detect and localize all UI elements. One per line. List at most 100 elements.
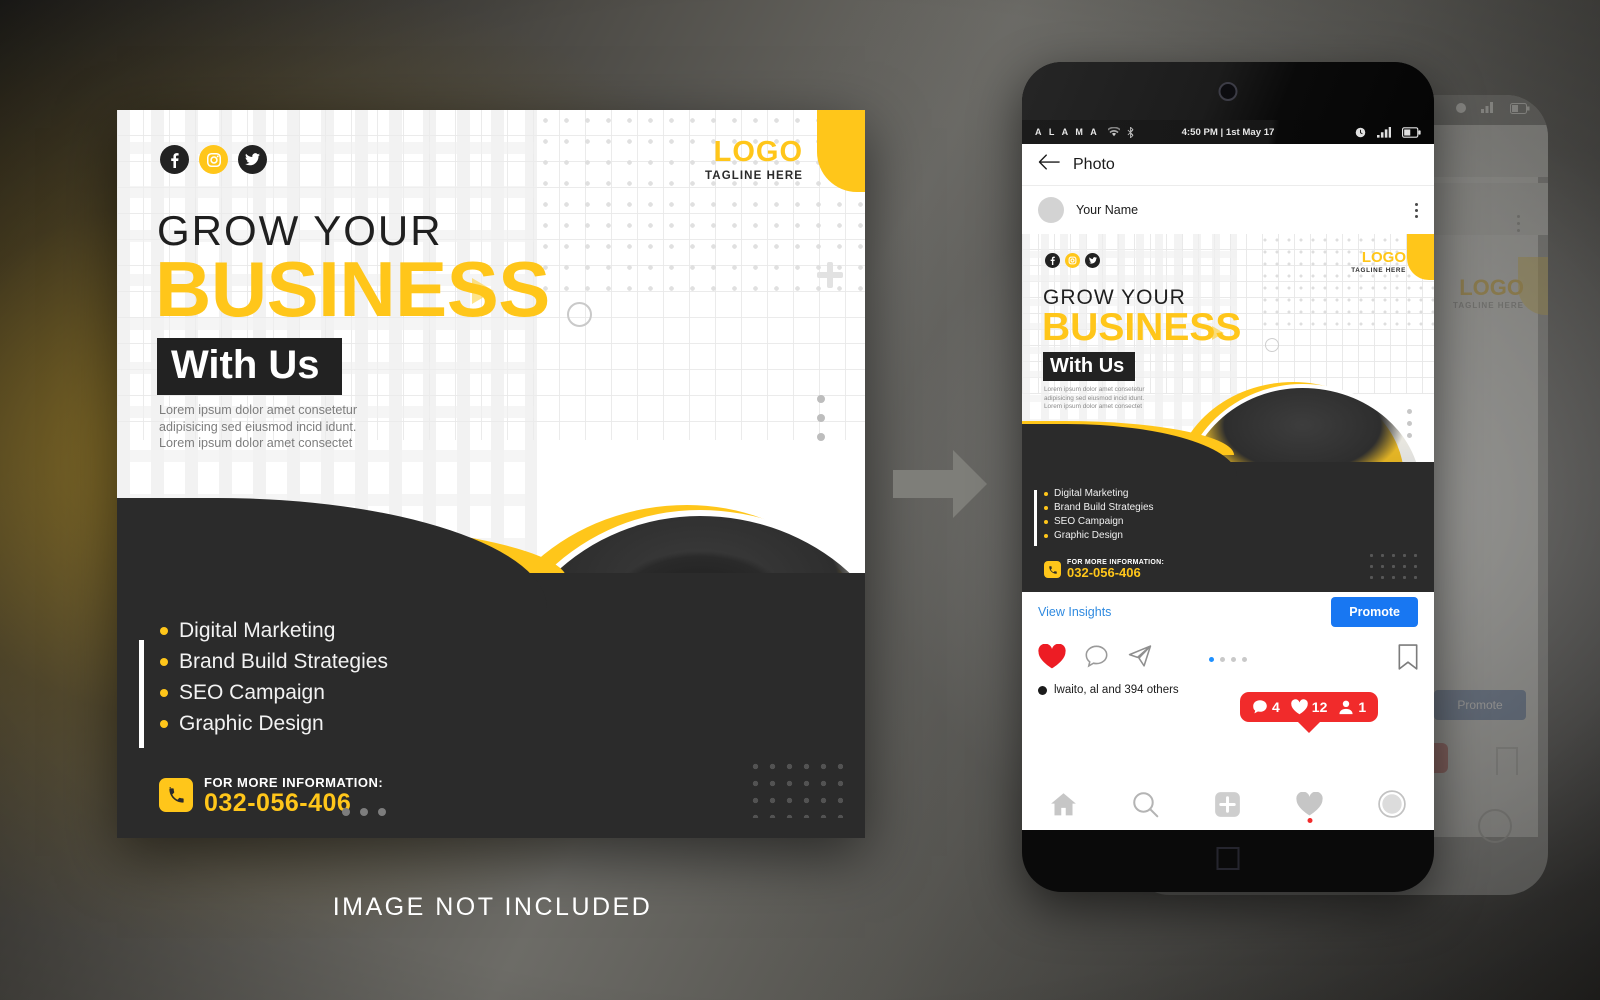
ghost-logo: LOGO TAGLINE HERE <box>1453 275 1524 310</box>
mini-circle-icon <box>1265 338 1279 352</box>
bullet-dot-icon <box>1044 505 1048 510</box>
notif-comment-count: 4 <box>1272 699 1280 715</box>
phone-mockup: A L A M A 4:50 PM | 1st May 17 Photo You… <box>1022 62 1434 892</box>
mini-body-copy: Lorem ipsum dolor amet consetetur adipis… <box>1044 386 1145 411</box>
bullet-accent-bar <box>139 640 144 748</box>
list-item: Digital Marketing <box>160 619 388 643</box>
facebook-icon <box>1045 253 1060 268</box>
ghost-profile-icon <box>1478 809 1512 843</box>
avatar[interactable] <box>1038 197 1064 223</box>
mini-headline-big: BUSINESS <box>1042 306 1242 349</box>
twitter-icon <box>1085 253 1100 268</box>
activity-heart-icon[interactable] <box>1296 792 1323 823</box>
post-actions: 4 12 1 <box>1022 632 1434 733</box>
bullet-dot-icon <box>160 689 168 697</box>
bookmark-icon[interactable] <box>1398 643 1418 675</box>
contact-label: FOR MORE INFORMATION: <box>204 774 384 790</box>
bluetooth-icon <box>1127 126 1134 138</box>
bullet-dot-icon <box>160 720 168 728</box>
notif-like-count: 12 <box>1311 699 1328 715</box>
mini-service-list: Digital Marketing Brand Build Strategies… <box>1044 488 1154 544</box>
share-icon[interactable] <box>1127 644 1153 674</box>
view-insights-link[interactable]: View Insights <box>1038 605 1111 619</box>
bullet-dot-icon <box>1044 491 1048 496</box>
headline-big: BUSINESS <box>155 245 550 333</box>
status-time: 4:50 PM | 1st May 17 <box>1181 126 1275 138</box>
home-icon[interactable] <box>1050 792 1077 817</box>
page-title: Photo <box>1073 155 1115 173</box>
mini-logo-name: LOGO <box>1361 249 1406 266</box>
list-item: Brand Build Strategies <box>1044 502 1154 513</box>
notif-comments: 4 <box>1252 699 1280 715</box>
mini-logo-tagline: TAGLINE HERE <box>1351 267 1406 274</box>
insights-row: View Insights Promote <box>1022 592 1434 632</box>
notification-bubble: 4 12 1 <box>1240 692 1379 733</box>
post-image[interactable]: LOGO TAGLINE HERE GROW YOUR BUSINESS Wit… <box>1022 234 1434 592</box>
mini-headline-small: GROW YOUR <box>1043 286 1186 309</box>
add-icon[interactable] <box>1214 791 1241 818</box>
instagram-icon <box>1065 253 1080 268</box>
list-item-label: Graphic Design <box>1054 530 1123 541</box>
search-icon[interactable] <box>1132 791 1159 818</box>
mini-contact-block: FOR MORE INFORMATION: 032-056-406 <box>1044 559 1164 580</box>
heart-filled-icon[interactable] <box>1038 643 1066 674</box>
kebab-menu-icon[interactable] <box>1415 202 1418 218</box>
dot-pattern-bottom-right <box>747 758 843 818</box>
phone-icon <box>159 778 193 813</box>
activity-badge-dot <box>1307 818 1313 823</box>
list-item-label: Digital Marketing <box>179 619 336 642</box>
plus-accent-icon <box>817 262 843 288</box>
dot-row-accent <box>342 808 386 816</box>
status-right-icons <box>1355 126 1421 138</box>
list-item: Graphic Design <box>1044 530 1154 541</box>
back-arrow-icon[interactable] <box>1038 154 1060 175</box>
mini-dot-pattern-br <box>1366 550 1420 582</box>
poster-mockup: LOGO TAGLINE HERE GROW YOUR BUSINESS Wit… <box>117 110 865 838</box>
home-square-button[interactable] <box>1216 847 1240 870</box>
carrier-label: A L A M A <box>1035 127 1100 137</box>
comment-icon[interactable] <box>1084 644 1109 674</box>
mini-logo: LOGO TAGLINE HERE <box>1351 250 1406 274</box>
poster-canvas: LOGO TAGLINE HERE GROW YOUR BUSINESS Wit… <box>117 110 865 838</box>
list-item-label: Graphic Design <box>179 712 324 735</box>
profile-icon[interactable] <box>1378 790 1407 818</box>
liker-avatar <box>1038 685 1047 695</box>
ghost-promote-button: Promote <box>1434 690 1526 720</box>
wifi-icon <box>1108 127 1121 137</box>
list-item: Graphic Design <box>160 712 388 736</box>
service-list: Digital Marketing Brand Build Strategies… <box>160 619 388 743</box>
list-item-label: SEO Campaign <box>1054 516 1124 527</box>
mini-headline-badge: With Us <box>1043 352 1136 381</box>
notification-tail <box>1296 720 1323 733</box>
list-item-label: Brand Build Strategies <box>179 650 388 673</box>
poster-logo: LOGO TAGLINE HERE <box>705 136 803 183</box>
twitter-icon[interactable] <box>238 145 267 174</box>
battery-icon <box>1402 126 1421 138</box>
promote-button[interactable]: Promote <box>1331 597 1418 627</box>
dot-column-accent <box>817 395 825 441</box>
mini-dot-column <box>1407 409 1412 438</box>
instagram-icon[interactable] <box>199 145 228 174</box>
circle-accent-icon <box>567 302 592 327</box>
notif-followers: 1 <box>1338 699 1366 715</box>
app-header: Photo <box>1022 144 1434 186</box>
ghost-logo-name: LOGO <box>1459 275 1524 300</box>
bottom-nav <box>1022 778 1434 830</box>
clock-icon <box>1355 127 1366 137</box>
logo-tagline: TAGLINE HERE <box>705 170 803 182</box>
bullet-dot-icon <box>1044 519 1048 524</box>
ghost-kebab-icon <box>1517 215 1520 232</box>
status-left-icons <box>1108 126 1134 138</box>
user-name: Your Name <box>1076 203 1139 217</box>
dot-pattern-top-right <box>535 110 865 300</box>
logo-name: LOGO <box>713 136 803 168</box>
list-item-label: Brand Build Strategies <box>1054 502 1154 513</box>
ghost-status-icons <box>1455 102 1530 114</box>
list-item: SEO Campaign <box>160 681 388 705</box>
right-arrow-icon <box>893 448 987 520</box>
status-bar: A L A M A 4:50 PM | 1st May 17 <box>1022 120 1434 144</box>
list-item-label: SEO Campaign <box>179 681 325 704</box>
list-item: Digital Marketing <box>1044 488 1154 499</box>
phone-screen: Photo Your Name LOGO TAGLINE HERE GROW Y… <box>1022 144 1434 830</box>
facebook-icon[interactable] <box>160 145 189 174</box>
